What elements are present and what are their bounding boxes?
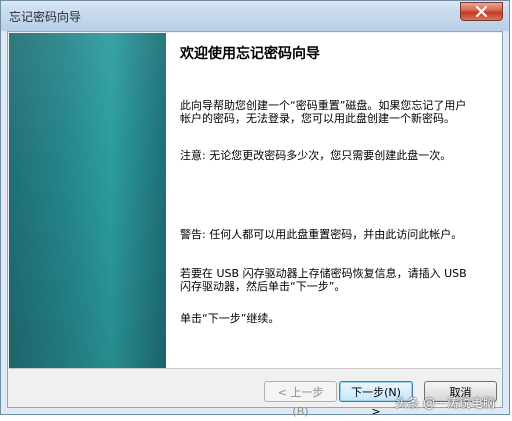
close-button[interactable] (460, 2, 503, 21)
wizard-content: 欢迎使用忘记密码向导 此向导帮助您创建一个“密码重置”磁盘。如果您忘记了用户帐户… (166, 33, 502, 368)
close-icon (475, 5, 488, 18)
window-title: 忘记密码向导 (9, 10, 82, 24)
wizard-window: 忘记密码向导 欢迎使用忘记密码向导 此向导帮助您创建一个“密码重置”磁盘。如果您… (0, 0, 510, 418)
watermark: 头条 @一涛说电脑 (395, 396, 495, 410)
warning-text: 警告: 任何人都可以用此盘重置密码，并由此访问此帐户。 (180, 228, 463, 241)
back-button[interactable]: < 上一步(B) (264, 381, 337, 418)
wizard-side-banner (9, 33, 166, 368)
title-bar[interactable]: 忘记密码向导 (1, 1, 509, 31)
page-title: 欢迎使用忘记密码向导 (180, 46, 320, 62)
note-text: 注意: 无论您更改密码多少次，您只需要创建此盘一次。 (180, 149, 452, 162)
intro-text: 此向导帮助您创建一个“密码重置”磁盘。如果您忘记了用户帐户的密码，无法登录，您可… (180, 99, 467, 125)
usb-text: 若要在 USB 闪存驱动器上存储密码恢复信息，请插入 USB 闪存驱动器，然后单… (180, 267, 467, 293)
continue-text: 单击“下一步”继续。 (180, 312, 280, 325)
wizard-frame: 欢迎使用忘记密码向导 此向导帮助您创建一个“密码重置”磁盘。如果您忘记了用户帐户… (7, 31, 503, 418)
